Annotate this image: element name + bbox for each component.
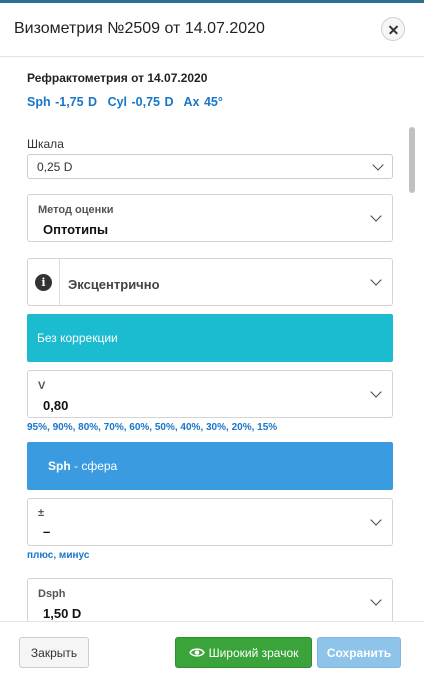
scrollbar-thumb[interactable] <box>409 127 415 193</box>
sign-select[interactable]: ± – <box>27 498 393 546</box>
wide-pupil-label: Широкий зрачок <box>208 646 299 660</box>
refraction-title: Рефрактометрия от 14.07.2020 <box>27 71 208 85</box>
close-button[interactable]: Закрыть <box>19 637 89 668</box>
save-button[interactable]: Сохранить <box>317 637 401 668</box>
v-hint: 95%, 90%, 80%, 70%, 60%, 50%, 40%, 30%, … <box>27 422 278 433</box>
scale-select-value: 0,25 D <box>37 160 73 174</box>
v-select[interactable]: V 0,80 <box>27 370 393 418</box>
sign-label: ± <box>38 507 45 519</box>
info-icon[interactable]: i <box>35 274 52 291</box>
refraction-sph: Sph -1,75 D <box>27 95 98 109</box>
scale-label: Шкала <box>27 137 64 151</box>
eye-icon <box>188 648 205 657</box>
eccentric-value: Эксцентрично <box>68 277 160 292</box>
refraction-cyl: Cyl -0,75 D <box>107 95 174 109</box>
sph-banner-text: Sph - сфера <box>48 459 117 473</box>
chevron-down-icon <box>370 514 382 526</box>
method-select[interactable]: Метод оценки Оптотипы <box>27 194 393 242</box>
chevron-down-icon <box>370 594 382 606</box>
sign-value: – <box>43 524 51 539</box>
sign-hint: плюс, минус <box>27 550 90 561</box>
no-correction-label: Без коррекции <box>37 331 118 345</box>
method-label: Метод оценки <box>38 204 114 216</box>
refraction-ax: Ax 45° <box>183 95 223 109</box>
chevron-down-icon <box>370 386 382 398</box>
scale-select[interactable]: 0,25 D <box>27 154 393 179</box>
dialog-footer: Закрыть Широкий зрачок Сохранить <box>0 621 424 683</box>
chevron-down-icon <box>372 159 384 171</box>
sph-banner-rest: - сфера <box>70 459 118 473</box>
wide-pupil-button[interactable]: Широкий зрачок <box>175 637 312 668</box>
dsph-select[interactable]: Dsph 1,50 D <box>27 578 393 626</box>
no-correction-banner: Без коррекции <box>27 314 393 362</box>
chevron-down-icon <box>370 274 382 286</box>
refraction-values: Sph -1,75 D Cyl -0,75 D Ax 45° <box>27 95 229 109</box>
info-icon-cell: i <box>28 259 60 305</box>
chevron-down-icon <box>370 210 382 222</box>
sph-banner-bold: Sph <box>48 459 71 473</box>
sph-banner: Sph - сфера <box>27 442 393 490</box>
dialog-header: Визометрия №2509 от 14.07.2020 <box>0 3 424 57</box>
method-value: Оптотипы <box>43 222 109 237</box>
close-icon[interactable] <box>381 17 405 41</box>
v-value: 0,80 <box>43 398 69 413</box>
eccentric-select[interactable]: i Эксцентрично <box>27 258 393 306</box>
dsph-label: Dsph <box>38 588 66 600</box>
dialog-title: Визометрия №2509 от 14.07.2020 <box>14 20 265 37</box>
v-label: V <box>38 380 46 392</box>
dsph-value: 1,50 D <box>43 606 82 621</box>
